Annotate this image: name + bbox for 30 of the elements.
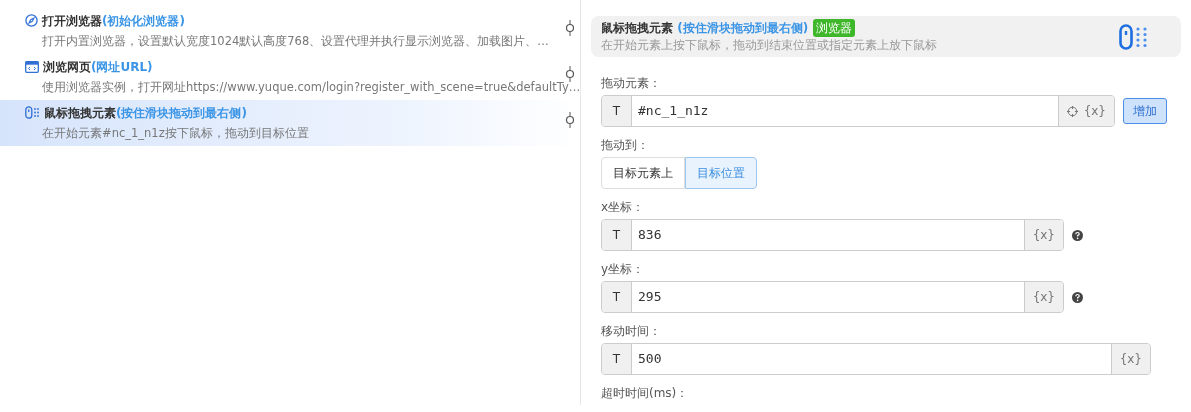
step-description: 打开内置浏览器，设置默认宽度1024默认高度768、设置代理并执行显示浏览器、加载图片、… bbox=[41, 33, 550, 50]
input-field[interactable]: T 295 {x} bbox=[601, 281, 1064, 313]
step-item[interactable]: 打开浏览器(初始化浏览器) 打开内置浏览器，设置默认宽度1024默认高度768、设置代理并执行显示浏览器、加载图片、… bbox=[0, 8, 580, 54]
connector-icon bbox=[565, 66, 575, 82]
field-label: x坐标： bbox=[601, 199, 646, 215]
field-label: y坐标： bbox=[601, 261, 646, 277]
compass-icon bbox=[25, 14, 38, 27]
input-field[interactable]: T #nc_1_n1z {x} bbox=[601, 95, 1115, 127]
mouse-icon bbox=[25, 106, 40, 119]
step-description: 在开始元素#nc_1_n1z按下鼠标，拖动到目标位置 bbox=[41, 125, 310, 142]
input-field[interactable]: T 836 {x} bbox=[601, 219, 1064, 251]
field-label: 拖动到： bbox=[601, 137, 650, 153]
detail-title: 鼠标拖拽元素 (按住滑块拖动到最右侧) bbox=[601, 19, 809, 37]
step-item[interactable]: 浏览网页(网址URL) 使用浏览器实例，打开网址https://www.yuque.com/login?register_with_scene=true&defaultTy… bbox=[0, 54, 580, 100]
connector-icon bbox=[565, 20, 575, 36]
mouse-icon bbox=[1119, 23, 1149, 50]
connector-icon bbox=[565, 112, 575, 128]
browser-window-icon bbox=[25, 61, 39, 73]
field-label: 超时时间(ms)： bbox=[601, 385, 690, 401]
option-button[interactable]: 目标元素上 bbox=[601, 157, 685, 189]
step-description: 使用浏览器实例，打开网址https://www.yuque.com/login?register_with_scene=true&defaultTy… bbox=[41, 79, 580, 96]
tag: 浏览器 bbox=[813, 19, 856, 37]
step-title: 浏览网页(网址URL) bbox=[43, 60, 153, 74]
field-label: 拖动元素： bbox=[601, 75, 662, 91]
field-label: 移动时间： bbox=[601, 323, 662, 339]
detail-description: 在开始元素上按下鼠标，拖动到结束位置或指定元素上放下鼠标 bbox=[601, 37, 938, 54]
input-field[interactable]: T 500 {x} bbox=[601, 343, 1151, 375]
step-title: 打开浏览器(初始化浏览器) bbox=[42, 14, 185, 28]
add-button[interactable]: 增加 bbox=[1123, 98, 1167, 124]
step-title: 鼠标拖拽元素(按住滑块拖动到最右侧) bbox=[44, 106, 247, 120]
